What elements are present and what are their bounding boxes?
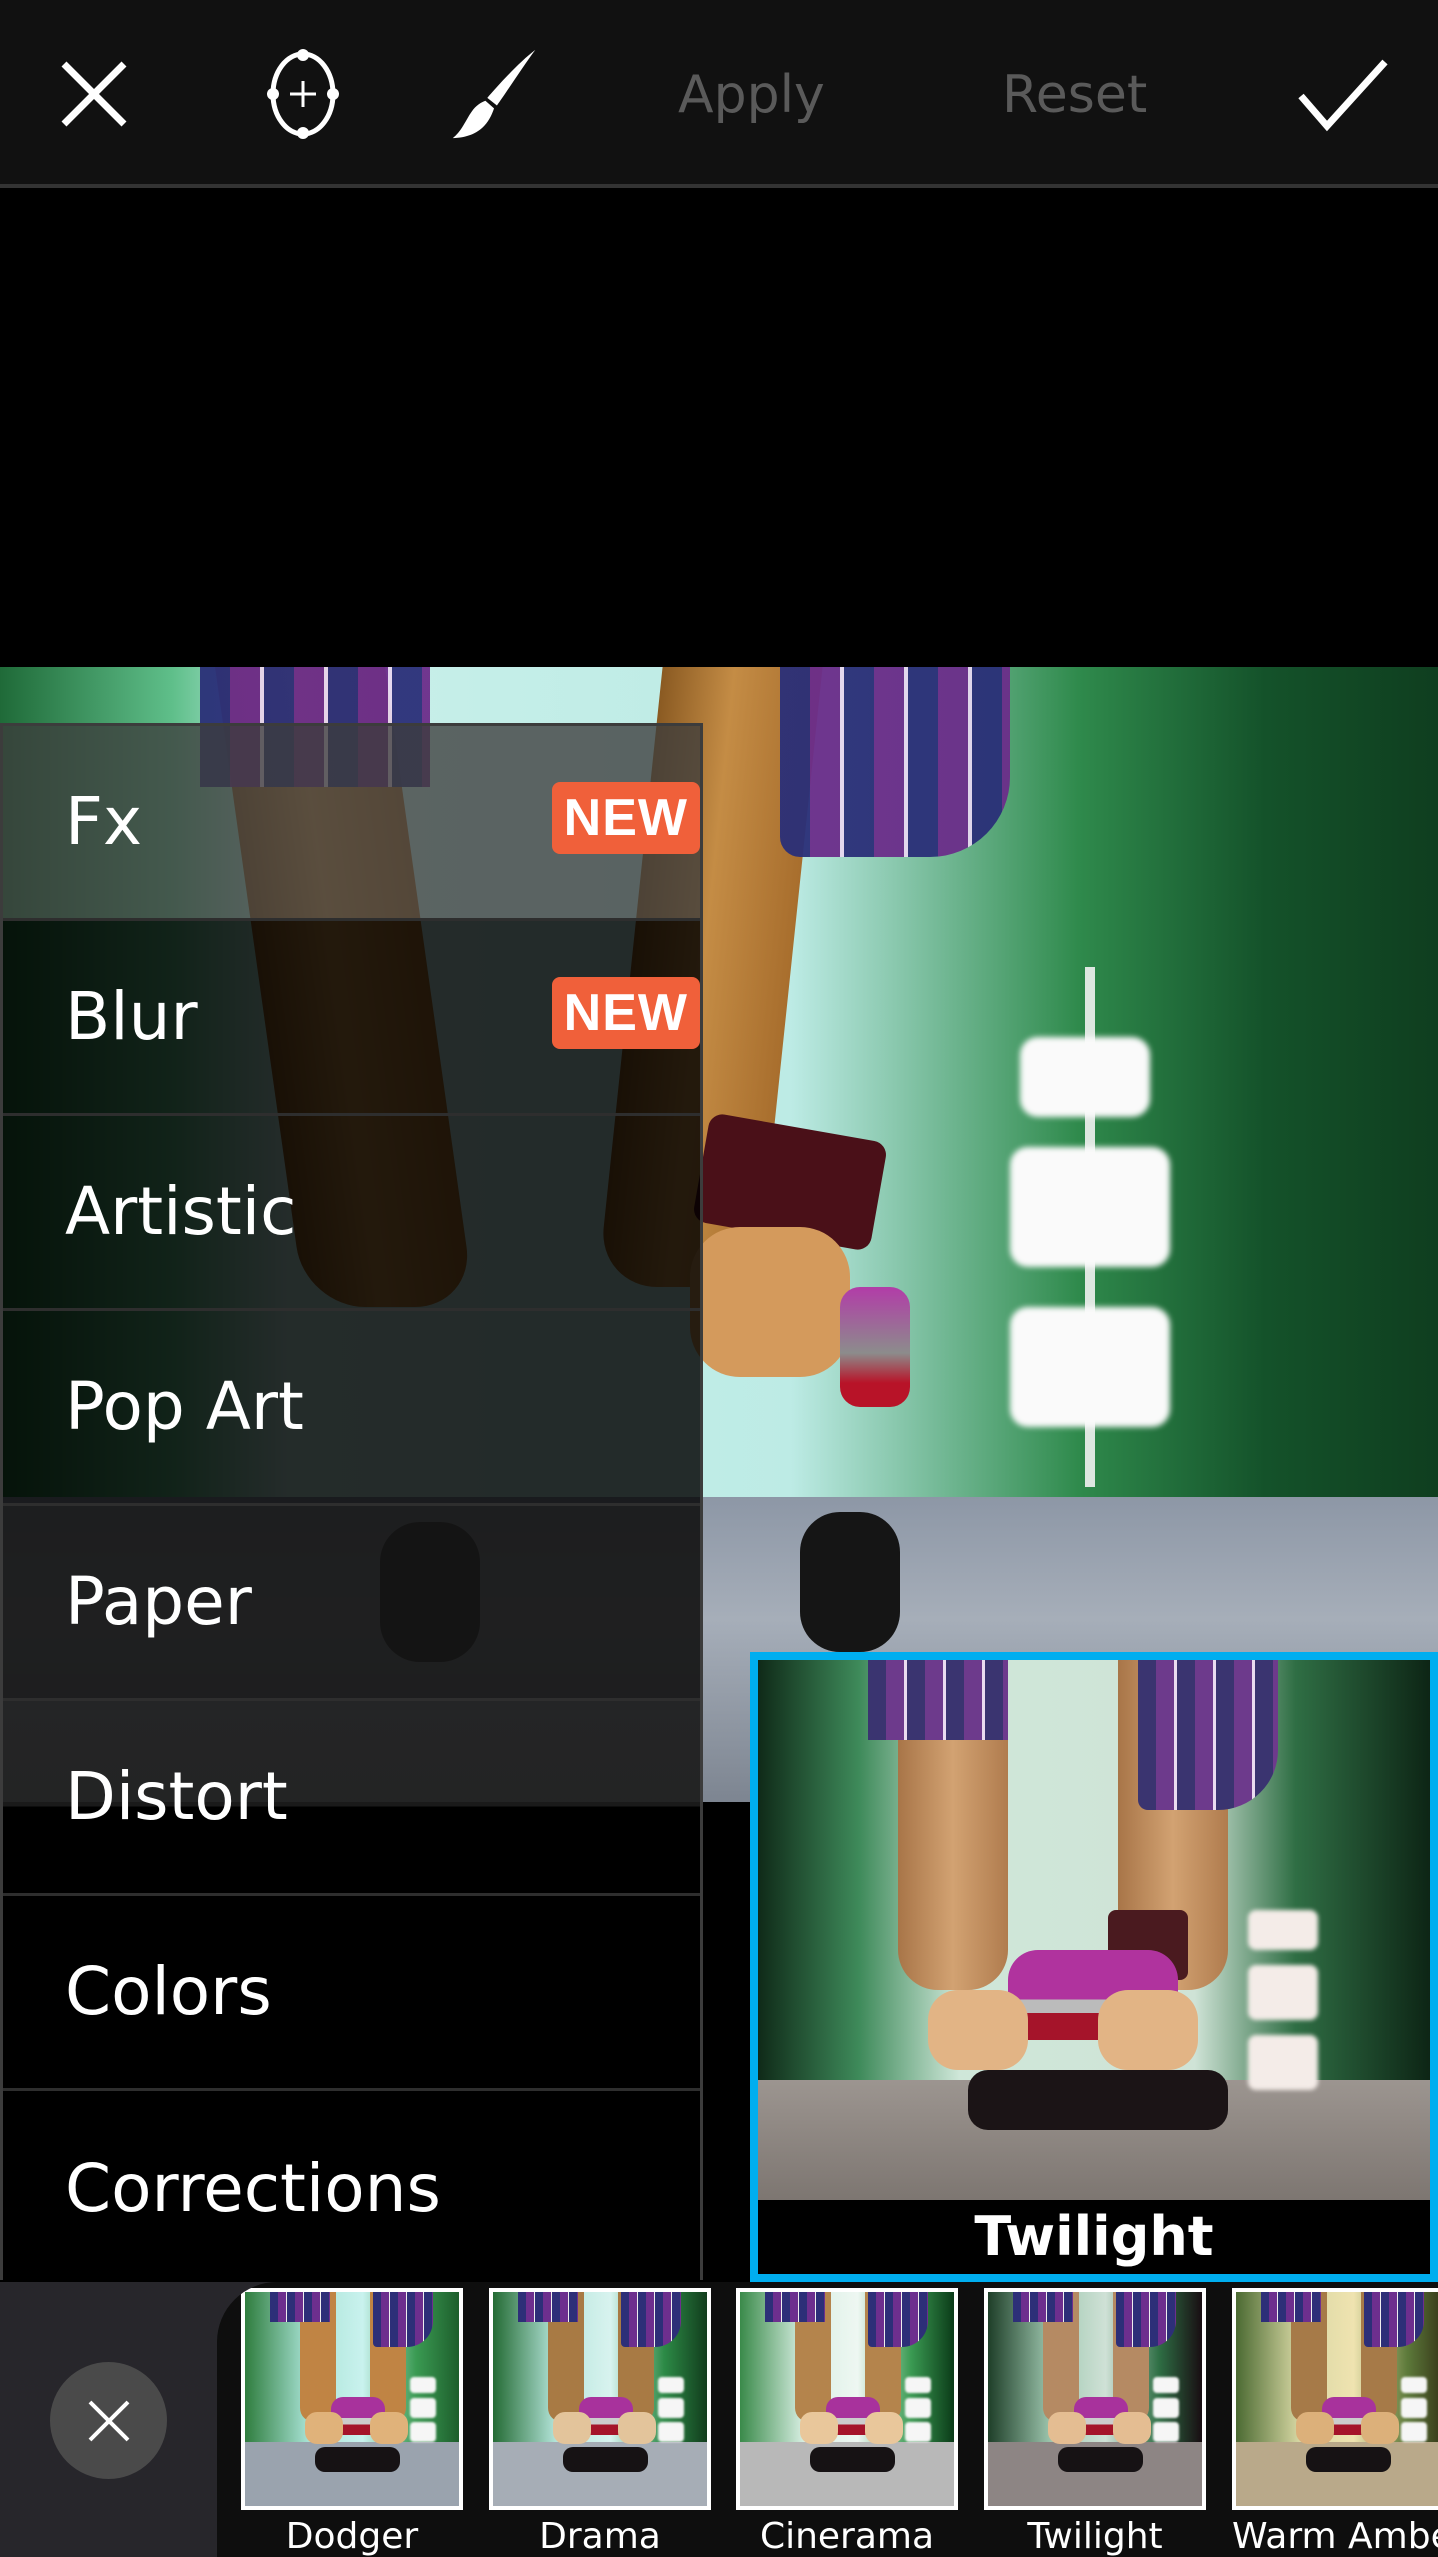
apply-button[interactable]: Apply bbox=[678, 60, 825, 130]
filter-thumbnail-drama[interactable]: Drama bbox=[489, 2288, 711, 2557]
category-paper[interactable]: Paper bbox=[3, 1506, 700, 1701]
top-toolbar: Apply Reset bbox=[0, 0, 1438, 188]
category-distort[interactable]: Distort bbox=[3, 1701, 700, 1896]
thumbnail-image bbox=[984, 2288, 1206, 2510]
category-label: Paper bbox=[65, 1563, 252, 1640]
filter-thumbnail-warm-amber[interactable]: Warm Amber bbox=[1232, 2288, 1438, 2557]
preview-shirt bbox=[1138, 1660, 1278, 1810]
preview-image bbox=[758, 1660, 1430, 2200]
thumbnail-label: Dodger bbox=[285, 2516, 419, 2557]
category-label: Corrections bbox=[65, 2149, 441, 2227]
brush-icon bbox=[452, 49, 536, 139]
confirm-button[interactable] bbox=[1295, 46, 1391, 142]
preview-sign bbox=[1248, 1910, 1318, 1950]
preview-hand bbox=[1098, 1990, 1198, 2070]
thumbnail-label: Twilight bbox=[1027, 2516, 1163, 2557]
effect-category-menu: Fx NEW Blur NEW Artistic Pop Art Paper D… bbox=[0, 723, 703, 2286]
close-icon bbox=[88, 2400, 129, 2441]
photo-sign bbox=[1010, 1147, 1170, 1267]
category-label: Blur bbox=[65, 978, 198, 1055]
preview-sign bbox=[1248, 2035, 1318, 2090]
category-colors[interactable]: Colors bbox=[3, 1896, 700, 2091]
category-label: Fx bbox=[65, 783, 143, 860]
category-label: Pop Art bbox=[65, 1368, 304, 1445]
filter-thumbnail-dodger[interactable]: Dodger bbox=[241, 2288, 463, 2557]
category-label: Distort bbox=[65, 1758, 288, 1835]
ellipse-selection-icon bbox=[267, 49, 339, 139]
category-label: Artistic bbox=[65, 1173, 297, 1250]
category-corrections[interactable]: Corrections bbox=[3, 2091, 700, 2286]
thumbnail-image bbox=[736, 2288, 958, 2510]
preview-shirt bbox=[868, 1660, 1008, 1740]
category-pop-art[interactable]: Pop Art bbox=[3, 1311, 700, 1506]
canvas-letterbox bbox=[0, 192, 1438, 667]
new-badge: NEW bbox=[551, 782, 700, 854]
category-blur[interactable]: Blur NEW bbox=[3, 921, 700, 1116]
preview-filter-name: Twilight bbox=[758, 2200, 1430, 2274]
close-icon bbox=[61, 61, 127, 127]
close-filters-button[interactable] bbox=[50, 2362, 167, 2479]
thumbnail-label: Warm Amber bbox=[1232, 2516, 1438, 2557]
thumbnail-image bbox=[1232, 2288, 1438, 2510]
close-button[interactable] bbox=[46, 46, 142, 142]
photo-shirt bbox=[780, 667, 1010, 857]
preview-sign bbox=[1248, 1965, 1318, 2020]
thumbnail-image bbox=[241, 2288, 463, 2510]
photo-shoe bbox=[840, 1287, 910, 1407]
thumbnail-image bbox=[489, 2288, 711, 2510]
thumbnail-label: Drama bbox=[539, 2516, 661, 2557]
reset-button[interactable]: Reset bbox=[1002, 60, 1147, 130]
filter-thumbnail-cinerama[interactable]: Cinerama bbox=[736, 2288, 958, 2557]
brush-tool-button[interactable] bbox=[447, 46, 543, 142]
selection-tool-button[interactable] bbox=[255, 46, 351, 142]
filter-preview-popup[interactable]: Twilight bbox=[750, 1652, 1438, 2282]
category-artistic[interactable]: Artistic bbox=[3, 1116, 700, 1311]
preview-skateboard bbox=[968, 2070, 1228, 2130]
photo-wheel bbox=[800, 1512, 900, 1652]
photo-hand bbox=[690, 1227, 850, 1377]
new-badge: NEW bbox=[551, 977, 700, 1049]
filter-thumbnail-strip[interactable]: Dodger Drama Cinerama Twilight Warm Amb bbox=[217, 2282, 1438, 2557]
filter-thumbnail-twilight[interactable]: Twilight bbox=[984, 2288, 1206, 2557]
category-label: Colors bbox=[65, 1953, 272, 2030]
photo-sign bbox=[1020, 1037, 1150, 1117]
preview-hand bbox=[928, 1990, 1028, 2070]
category-fx[interactable]: Fx NEW bbox=[3, 726, 700, 921]
thumbnail-label: Cinerama bbox=[759, 2516, 935, 2557]
photo-sign bbox=[1010, 1307, 1170, 1427]
checkmark-icon bbox=[1298, 59, 1388, 132]
